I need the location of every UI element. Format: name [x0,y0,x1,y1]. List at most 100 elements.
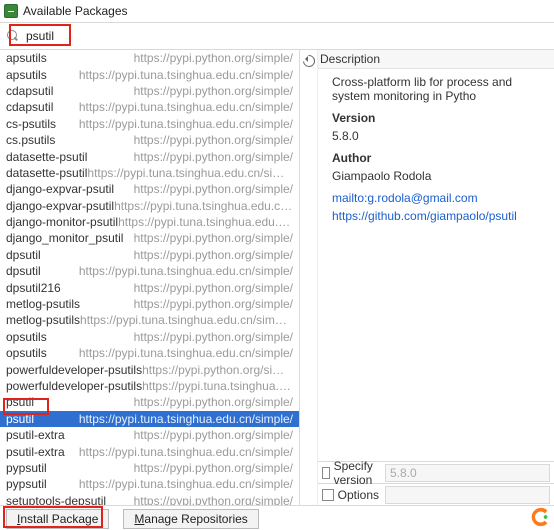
package-name: dpsutil [6,248,41,262]
author-label: Author [332,151,371,165]
package-url: https://pypi.python.org/simple/ [55,133,293,147]
list-toolbar [300,50,318,505]
manage-repositories-button[interactable]: Manage Repositories [123,509,258,529]
package-row[interactable]: psutilhttps://pypi.python.org/simple/ [0,394,299,410]
main-body: apsutilshttps://pypi.python.org/simple/a… [0,49,554,505]
package-row[interactable]: datasette-psutilhttps://pypi.tuna.tsingh… [0,165,299,181]
package-url: https://pypi.tuna.tsinghua.edu.cn/simple… [53,100,293,114]
specify-version-row: Specify version [318,461,554,483]
package-url: https://pypi.python.org/simple/ [53,84,293,98]
package-url: https://pypi.python.org/simple/ [47,51,293,65]
package-row[interactable]: metlog-psutilshttps://pypi.tuna.tsinghua… [0,312,299,328]
package-url: https://pypi.python.org/simple/ [41,248,293,262]
package-row[interactable]: django-monitor-psutilhttps://pypi.tuna.t… [0,214,299,230]
package-name: dpsutil216 [6,281,61,295]
package-row[interactable]: apsutilshttps://pypi.python.org/simple/ [0,50,299,66]
package-row[interactable]: powerfuldeveloper-psutilshttps://pypi.py… [0,361,299,377]
package-name: metlog-psutils [6,297,80,311]
package-url: https://pypi.tuna.tsinghua.edu.cn/simple… [87,166,293,180]
package-row[interactable]: dpsutilhttps://pypi.tuna.tsinghua.edu.cn… [0,263,299,279]
package-row[interactable]: django-expvar-psutilhttps://pypi.python.… [0,181,299,197]
version-value: 5.8.0 [324,129,550,143]
package-row[interactable]: psutil-extrahttps://pypi.python.org/simp… [0,427,299,443]
package-url: https://pypi.python.org/simple/ [106,494,293,505]
package-row[interactable]: pypsutilhttps://pypi.tuna.tsinghua.edu.c… [0,476,299,492]
package-url: https://pypi.python.org/simple/ [47,330,293,344]
package-row[interactable]: cs.psutilshttps://pypi.python.org/simple… [0,132,299,148]
package-row[interactable]: metlog-psutilshttps://pypi.python.org/si… [0,296,299,312]
package-name: opsutils [6,330,47,344]
package-name: apsutils [6,68,47,82]
package-name: datasette-psutil [6,166,87,180]
package-name: opsutils [6,346,47,360]
package-name: cs-psutils [6,117,56,131]
package-name: django_monitor_psutil [6,231,123,245]
package-row[interactable]: opsutilshttps://pypi.python.org/simple/ [0,329,299,345]
package-url: https://pypi.python.org/simple/ [87,150,293,164]
package-url: https://pypi.python.org/simple/ [114,182,293,196]
package-row[interactable]: django_monitor_psutilhttps://pypi.python… [0,230,299,246]
package-url: https://pypi.tuna.tsinghua.edu.cn/simple… [118,215,293,229]
footer: Install Package Manage Repositories [0,505,554,530]
package-row[interactable]: psutil-extrahttps://pypi.tuna.tsinghua.e… [0,443,299,459]
package-name: pypsutil [6,461,47,475]
specify-version-checkbox[interactable] [322,467,330,479]
package-row[interactable]: apsutilshttps://pypi.tuna.tsinghua.edu.c… [0,66,299,82]
options-checkbox[interactable] [322,489,334,501]
package-name: psutil-extra [6,445,65,459]
package-url: https://pypi.python.org/simple/ [142,363,293,377]
package-row[interactable]: cdapsutilhttps://pypi.python.org/simple/ [0,83,299,99]
description-summary: Cross-platform lib for process and syste… [324,75,550,103]
package-name: django-expvar-psutil [6,199,114,213]
package-url: https://pypi.python.org/simple/ [80,297,293,311]
package-row[interactable]: dpsutil216https://pypi.python.org/simple… [0,279,299,295]
options-label: Options [338,488,379,502]
search-row [0,23,554,49]
search-input[interactable] [24,26,548,46]
package-row[interactable]: opsutilshttps://pypi.tuna.tsinghua.edu.c… [0,345,299,361]
package-url: https://pypi.tuna.tsinghua.edu.cn/simple… [41,264,293,278]
package-row[interactable]: pypsutilhttps://pypi.python.org/simple/ [0,460,299,476]
specify-version-label: Specify version [334,459,379,487]
package-url: https://pypi.python.org/simple/ [123,231,293,245]
description-label: Description [318,50,554,69]
options-input[interactable] [385,486,550,504]
package-name: dpsutil [6,264,41,278]
author-value: Giampaolo Rodola [324,169,550,183]
package-name: cdapsutil [6,100,53,114]
package-row[interactable]: dpsutilhttps://pypi.python.org/simple/ [0,247,299,263]
window-title: Available Packages [23,4,128,18]
package-row[interactable]: setuptools-depsutilhttps://pypi.python.o… [0,493,299,505]
package-row[interactable]: psutilhttps://pypi.tuna.tsinghua.edu.cn/… [0,411,299,427]
package-url: https://pypi.tuna.tsinghua.edu.cn/simple… [142,379,293,393]
author-email-link[interactable]: mailto:g.rodola@gmail.com [332,191,478,205]
package-row[interactable]: powerfuldeveloper-psutilshttps://pypi.tu… [0,378,299,394]
package-row[interactable]: cs-psutilshttps://pypi.tuna.tsinghua.edu… [0,116,299,132]
install-package-button[interactable]: Install Package [6,509,109,529]
app-icon [4,4,18,18]
package-url: https://pypi.tuna.tsinghua.edu.cn/simple… [47,68,293,82]
package-name: django-expvar-psutil [6,182,114,196]
reload-icon[interactable] [302,54,316,68]
package-url: https://pypi.tuna.tsinghua.edu.cn/simple… [47,477,293,491]
package-name: powerfuldeveloper-psutils [6,363,142,377]
package-name: powerfuldeveloper-psutils [6,379,142,393]
package-url: https://pypi.python.org/simple/ [34,395,293,409]
homepage-link[interactable]: https://github.com/giampaolo/psutil [332,209,517,223]
package-url: https://pypi.tuna.tsinghua.edu.cn/simple… [56,117,293,131]
package-name: pypsutil [6,477,47,491]
package-name: django-monitor-psutil [6,215,118,229]
watermark-icon [530,506,552,528]
specify-version-input[interactable] [385,464,550,482]
package-url: https://pypi.python.org/simple/ [61,281,293,295]
package-url: https://pypi.tuna.tsinghua.edu.cn/simple… [65,445,293,459]
package-name: apsutils [6,51,47,65]
package-name: psutil [6,412,34,426]
package-name: psutil [6,395,34,409]
package-row[interactable]: datasette-psutilhttps://pypi.python.org/… [0,148,299,164]
package-row[interactable]: django-expvar-psutilhttps://pypi.tuna.ts… [0,198,299,214]
package-name: metlog-psutils [6,313,80,327]
package-url: https://pypi.tuna.tsinghua.edu.cn/simple… [34,412,293,426]
package-row[interactable]: cdapsutilhttps://pypi.tuna.tsinghua.edu.… [0,99,299,115]
package-list[interactable]: apsutilshttps://pypi.python.org/simple/a… [0,50,300,505]
